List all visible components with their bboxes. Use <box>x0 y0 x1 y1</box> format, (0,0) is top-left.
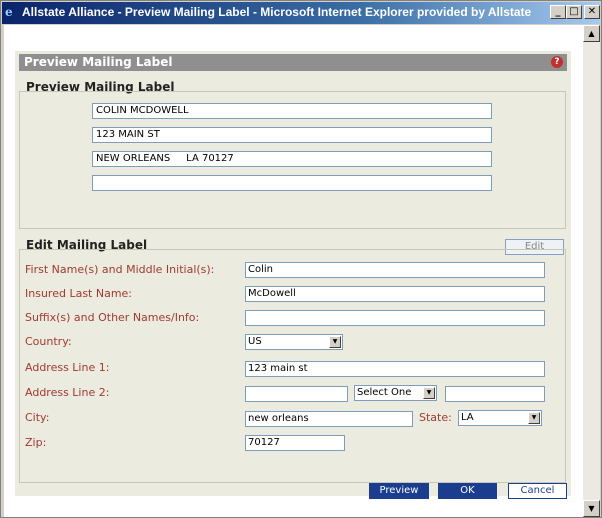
last-name-label: Insured Last Name: <box>25 287 133 300</box>
chevron-down-icon[interactable]: ▼ <box>329 336 341 348</box>
address1-label: Address Line 1: <box>25 361 110 374</box>
country-label: Country: <box>25 335 72 348</box>
first-name-label: First Name(s) and Middle Initial(s): <box>25 263 215 276</box>
suffix-label: Suffix(s) and Other Names/Info: <box>25 311 200 324</box>
ok-button[interactable]: OK <box>438 483 497 499</box>
scroll-up-icon[interactable]: ▲ <box>583 25 600 42</box>
panel-header-title: Preview Mailing Label <box>24 55 173 69</box>
vertical-scrollbar[interactable]: ▲ ▼ <box>583 25 600 517</box>
address1-input[interactable]: 123 main st <box>245 361 545 377</box>
first-name-input[interactable]: Colin <box>245 262 545 278</box>
chevron-down-icon[interactable]: ▼ <box>528 412 540 424</box>
country-select-value: US <box>248 336 262 347</box>
address2-label: Address Line 2: <box>25 386 110 399</box>
state-label: State: <box>419 411 452 424</box>
preview-mailing-label-panel: Preview Mailing Label ? Preview Mailing … <box>15 51 571 496</box>
preview-line-4 <box>92 175 492 191</box>
page-content: Preview Mailing Label ? Preview Mailing … <box>4 25 583 517</box>
preview-line-1: COLIN MCDOWELL <box>92 103 492 119</box>
suffix-input[interactable] <box>245 310 545 326</box>
address2-input[interactable] <box>245 386 348 402</box>
maximize-button[interactable]: □ <box>566 5 582 19</box>
state-select-value: LA <box>461 412 474 423</box>
scroll-down-icon[interactable]: ▼ <box>583 500 600 517</box>
title-bar: e Allstate Alliance - Preview Mailing La… <box>2 2 600 24</box>
address2-type-value: Select One <box>357 387 412 398</box>
last-name-input[interactable]: McDowell <box>245 286 545 302</box>
preview-button[interactable]: Preview <box>369 483 429 499</box>
cancel-button[interactable]: Cancel <box>508 483 567 499</box>
minimize-button[interactable]: _ <box>550 5 566 19</box>
window-title: Allstate Alliance - Preview Mailing Labe… <box>22 5 532 19</box>
city-label: City: <box>25 411 50 424</box>
chevron-down-icon[interactable]: ▼ <box>423 387 435 399</box>
zip-input[interactable]: 70127 <box>245 435 345 451</box>
address2-type-select[interactable]: Select One ▼ <box>354 385 437 401</box>
help-icon[interactable]: ? <box>551 56 563 68</box>
panel-header: Preview Mailing Label ? <box>19 54 567 71</box>
address2-extra-input[interactable] <box>445 386 545 402</box>
preview-line-3: NEW ORLEANS LA 70127 <box>92 151 492 167</box>
preview-line-2: 123 MAIN ST <box>92 127 492 143</box>
state-select[interactable]: LA ▼ <box>458 410 542 426</box>
city-input[interactable]: new orleans <box>245 411 413 427</box>
browser-window: e Allstate Alliance - Preview Mailing La… <box>0 0 602 518</box>
zip-label: Zip: <box>25 436 47 449</box>
ie-icon: e <box>5 5 13 19</box>
close-button[interactable]: ✕ <box>584 5 600 19</box>
country-select[interactable]: US ▼ <box>245 334 343 350</box>
